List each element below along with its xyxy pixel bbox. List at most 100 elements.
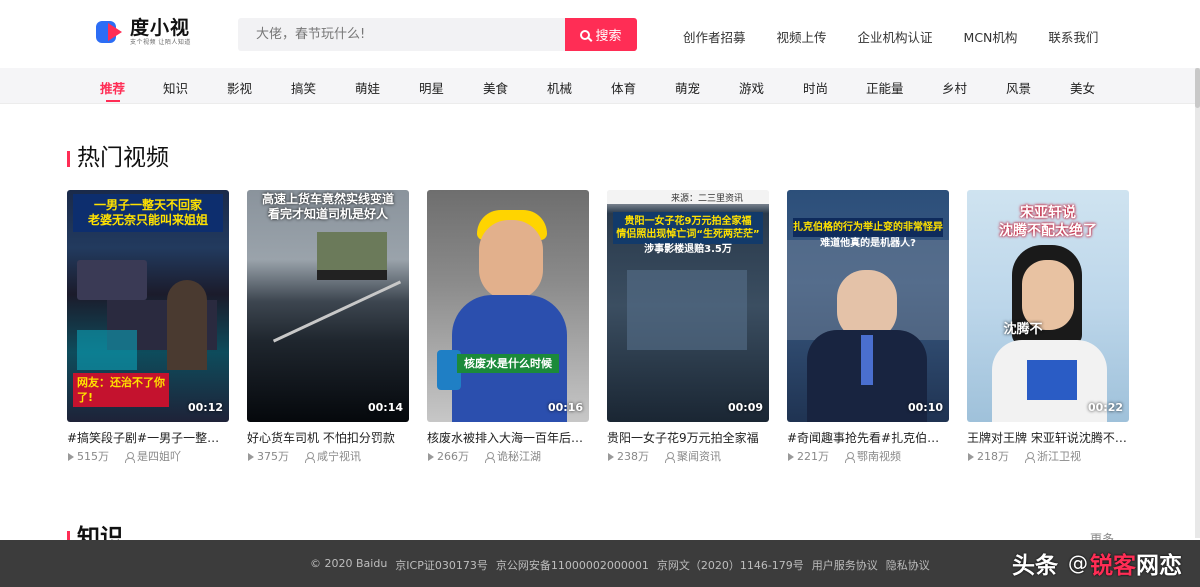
video-card[interactable]: 来源：二三里资讯 贵阳一女子花9万元拍全家福 情侣照出现悼亡词“生死两茫茫” 涉… [607,190,769,463]
watermark-red: 锐客 [1090,553,1136,579]
logo[interactable]: 度小视 支个视频 让陌人知道 [96,17,191,47]
video-card[interactable]: 核废水是什么时候 00:16 核废水被排入大海一百年后会怎样 266万 诡秘江湖 [427,190,589,463]
thumbnail-caption-bottom: 核废水是什么时候 [457,354,559,373]
header: 度小视 支个视频 让陌人知道 搜索 创作者招募 视频上传 企业机构认证 MCN机… [0,0,1200,68]
footer-culture-license[interactable]: 京网文（2020）1146-179号 [657,557,804,573]
tab-stars[interactable]: 明星 [419,78,444,97]
user-icon [1025,451,1035,463]
user-icon [125,451,135,463]
page: 度小视 支个视频 让陌人知道 搜索 创作者招募 视频上传 企业机构认证 MCN机… [0,0,1200,587]
thumbnail-caption-mid: 难道他真的是机器人? [820,238,916,249]
footer-privacy[interactable]: 隐私协议 [886,557,930,573]
thumbnail-caption-bottom: 网友：还治不了你了! [73,373,169,407]
tab-beauty[interactable]: 美女 [1070,78,1095,97]
play-count-icon [608,452,614,461]
video-duration: 00:16 [547,401,583,414]
scrollbar-thumb[interactable] [1195,68,1200,108]
link-contact[interactable]: 联系我们 [1048,27,1098,46]
search-bar: 搜索 [238,18,637,51]
tab-film[interactable]: 影视 [227,78,252,97]
video-title[interactable]: #搞笑段子剧#一男子一整天不回家老婆无奈只能叫来姐姐 [67,431,229,445]
user-icon [305,451,315,463]
thumbnail-caption-top: 贵阳一女子花9万元拍全家福 情侣照出现悼亡词“生死两茫茫” [613,212,763,244]
video-card[interactable]: 高速上货车竟然实线变道 看完才知道司机是好人 00:14 好心货车司机 不怕扣分… [247,190,409,463]
footer: © 2020 Baidu 京ICP证030173号 京公网安备110000020… [0,540,1200,587]
user-icon [665,451,675,463]
video-title[interactable]: #奇闻趣事抢先看#扎克伯格的行为举止变的非常怪异 [787,431,949,445]
video-title[interactable]: 贵阳一女子花9万元拍全家福 [607,431,769,445]
user-icon [485,451,495,463]
video-thumbnail[interactable]: 宋亚轩说 沈腾不配太绝了 沈腾不 00:22 [967,190,1129,422]
footer-icp[interactable]: 京ICP证030173号 [395,557,488,573]
tab-pets[interactable]: 萌宠 [675,78,700,97]
logo-title: 度小视 [130,16,191,39]
play-count-icon [68,452,74,461]
thumbnail-caption-mid: 涉事影楼退赔3.5万 [644,244,732,255]
link-mcn[interactable]: MCN机构 [964,27,1018,46]
scrollbar[interactable] [1195,68,1200,538]
search-button-label: 搜索 [595,29,622,44]
search-input[interactable] [238,18,565,51]
video-card[interactable]: 宋亚轩说 沈腾不配太绝了 沈腾不 00:22 王牌对王牌 宋亚轩说沈腾不配太绝了… [967,190,1129,463]
video-card[interactable]: 扎克伯格的行为举止变的非常怪异 难道他真的是机器人? 00:10 #奇闻趣事抢先… [787,190,949,463]
logo-icon [96,17,126,47]
thumbnail-caption-top: 高速上货车竟然实线变道 看完才知道司机是好人 [261,192,394,221]
tab-machinery[interactable]: 机械 [547,78,572,97]
play-count-icon [968,452,974,461]
video-duration: 00:12 [187,401,223,414]
video-thumbnail[interactable]: 扎克伯格的行为举止变的非常怪异 难道他真的是机器人? 00:10 [787,190,949,422]
category-nav: 推荐 知识 影视 搞笑 萌娃 明星 美食 机械 体育 萌宠 游戏 时尚 正能量 … [0,68,1200,104]
video-thumbnail[interactable]: 一男子一整天不回家 老婆无奈只能叫来姐姐 网友：还治不了你了! 00:12 [67,190,229,422]
play-count-icon [248,452,254,461]
tab-village[interactable]: 乡村 [942,78,967,97]
video-duration: 00:10 [907,401,943,414]
user-icon [845,451,855,463]
video-source: 来源：二三里资讯 [671,194,744,204]
video-card[interactable]: 一男子一整天不回家 老婆无奈只能叫来姐姐 网友：还治不了你了! 00:12 #搞… [67,190,229,463]
video-duration: 00:22 [1087,401,1123,414]
logo-slogan: 支个视频 让陌人知道 [130,38,191,46]
author-name[interactable]: 聚闻资讯 [677,450,721,463]
footer-user-agreement[interactable]: 用户服务协议 [812,557,878,573]
video-title[interactable]: 王牌对王牌 宋亚轩说沈腾不配太绝了 [967,431,1129,445]
watermark-left: 头条 [1012,553,1058,579]
watermark-at: @ [1068,551,1088,575]
tab-knowledge[interactable]: 知识 [163,78,188,97]
view-count: 375万 [257,450,289,463]
thumbnail-caption-bottom: 沈腾不 [1003,322,1043,337]
thumbnail-caption-top: 扎克伯格的行为举止变的非常怪异 [793,218,943,237]
footer-copyright: © 2020 Baidu [310,557,388,570]
video-thumbnail[interactable]: 高速上货车竟然实线变道 看完才知道司机是好人 00:14 [247,190,409,422]
tab-fashion[interactable]: 时尚 [803,78,828,97]
tab-sports[interactable]: 体育 [611,78,636,97]
author-name[interactable]: 是四姐吖 [137,450,181,463]
tab-kids[interactable]: 萌娃 [355,78,380,97]
video-title[interactable]: 好心货车司机 不怕扣分罚款 [247,431,409,445]
tab-funny[interactable]: 搞笑 [291,78,316,97]
thumbnail-caption-top: 宋亚轩说 沈腾不配太绝了 [999,205,1097,239]
view-count: 238万 [617,450,649,463]
tab-recommend[interactable]: 推荐 [100,78,125,97]
tab-positive[interactable]: 正能量 [866,78,904,97]
tab-games[interactable]: 游戏 [739,78,764,97]
author-name[interactable]: 咸宁视讯 [317,450,361,463]
view-count: 266万 [437,450,469,463]
video-thumbnail[interactable]: 核废水是什么时候 00:16 [427,190,589,422]
author-name[interactable]: 浙江卫视 [1037,450,1081,463]
view-count: 515万 [77,450,109,463]
tab-food[interactable]: 美食 [483,78,508,97]
author-name[interactable]: 诡秘江湖 [497,450,541,463]
video-duration: 00:14 [367,401,403,414]
active-tab-indicator [106,100,120,102]
video-title[interactable]: 核废水被排入大海一百年后会怎样 [427,431,589,445]
footer-police-record[interactable]: 京公网安备11000002000001 [496,557,649,573]
author-name[interactable]: 鄂南视频 [857,450,901,463]
thumbnail-caption-top: 一男子一整天不回家 老婆无奈只能叫来姐姐 [73,194,223,232]
link-enterprise-cert[interactable]: 企业机构认证 [858,27,933,46]
search-button[interactable]: 搜索 [565,18,637,51]
link-creator-recruit[interactable]: 创作者招募 [683,27,746,46]
search-icon [580,29,591,40]
video-thumbnail[interactable]: 来源：二三里资讯 贵阳一女子花9万元拍全家福 情侣照出现悼亡词“生死两茫茫” 涉… [607,190,769,422]
link-video-upload[interactable]: 视频上传 [777,27,827,46]
tab-scenery[interactable]: 风景 [1006,78,1031,97]
